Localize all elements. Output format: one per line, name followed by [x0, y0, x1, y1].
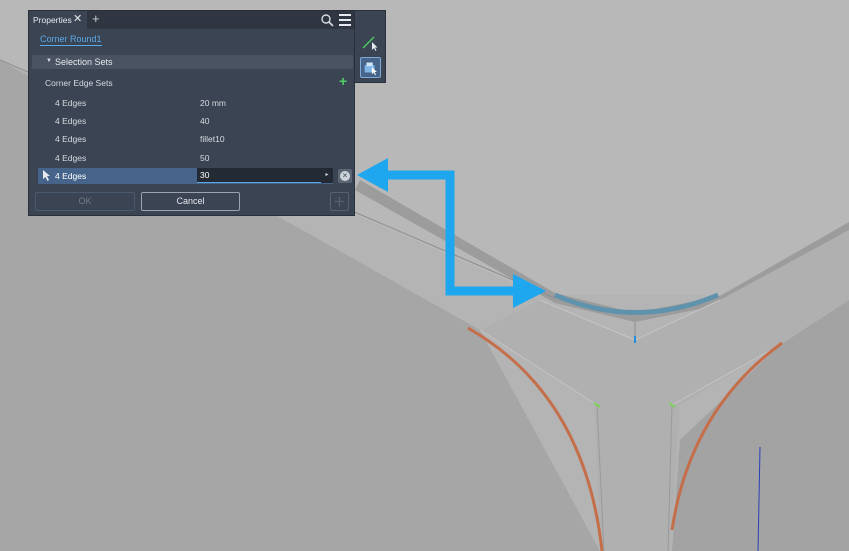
radius-value[interactable]: 50 [200, 153, 209, 163]
edge-set-row[interactable]: 4 Edges 20 mm [38, 95, 333, 111]
expand-arrow-icon[interactable]: ▸ [321, 168, 333, 183]
selection-toolbar [355, 10, 386, 83]
select-feature-icon[interactable] [360, 57, 381, 78]
edge-set-row[interactable]: 4 Edges 40 [38, 113, 333, 129]
search-icon[interactable] [320, 13, 334, 27]
corner-edge-sets-label: Corner Edge Sets [45, 78, 113, 88]
properties-panel: Properties ✕ + Corner Round1 ▼ Selection… [28, 10, 355, 216]
selection-sets-header[interactable]: ▼ Selection Sets [32, 55, 353, 69]
hamburger-menu-icon[interactable] [339, 14, 351, 26]
section-title: Selection Sets [55, 57, 113, 67]
cancel-button[interactable]: Cancel [141, 192, 240, 211]
add-tab-icon[interactable]: + [92, 12, 100, 26]
panel-titlebar: Properties ✕ + [29, 11, 354, 29]
radius-input[interactable] [197, 168, 321, 183]
edge-count-label: 4 Edges [55, 98, 87, 108]
close-icon[interactable]: ✕ [73, 13, 82, 25]
pointer-icon [43, 170, 50, 181]
edge-set-row-active[interactable]: 4 Edges ▸ [38, 168, 333, 184]
edge-count-label: 4 Edges [55, 153, 87, 163]
feature-name-tab[interactable]: Corner Round1 [40, 34, 102, 46]
tab-properties[interactable]: Properties ✕ [29, 11, 87, 29]
add-edge-set-icon[interactable]: + [339, 74, 347, 88]
edge-count-label: 4 Edges [55, 116, 87, 126]
clear-icon: × [340, 171, 350, 181]
edge-count-label: 4 Edges [55, 171, 87, 181]
radius-value[interactable]: fillet10 [200, 134, 225, 144]
radius-value[interactable]: 40 [200, 116, 209, 126]
radius-value[interactable]: 20 mm [200, 98, 226, 108]
edge-set-row[interactable]: 4 Edges 50 [38, 150, 333, 166]
apply-plus-icon[interactable] [330, 192, 349, 211]
delete-set-button[interactable]: × [338, 169, 352, 183]
tab-properties-label: Properties [33, 15, 72, 25]
select-edge-icon[interactable] [360, 33, 381, 54]
edge-count-label: 4 Edges [55, 134, 87, 144]
edge-set-row[interactable]: 4 Edges fillet10 [38, 131, 333, 147]
collapse-arrow-icon: ▼ [46, 58, 52, 64]
ok-button[interactable]: OK [35, 192, 135, 211]
